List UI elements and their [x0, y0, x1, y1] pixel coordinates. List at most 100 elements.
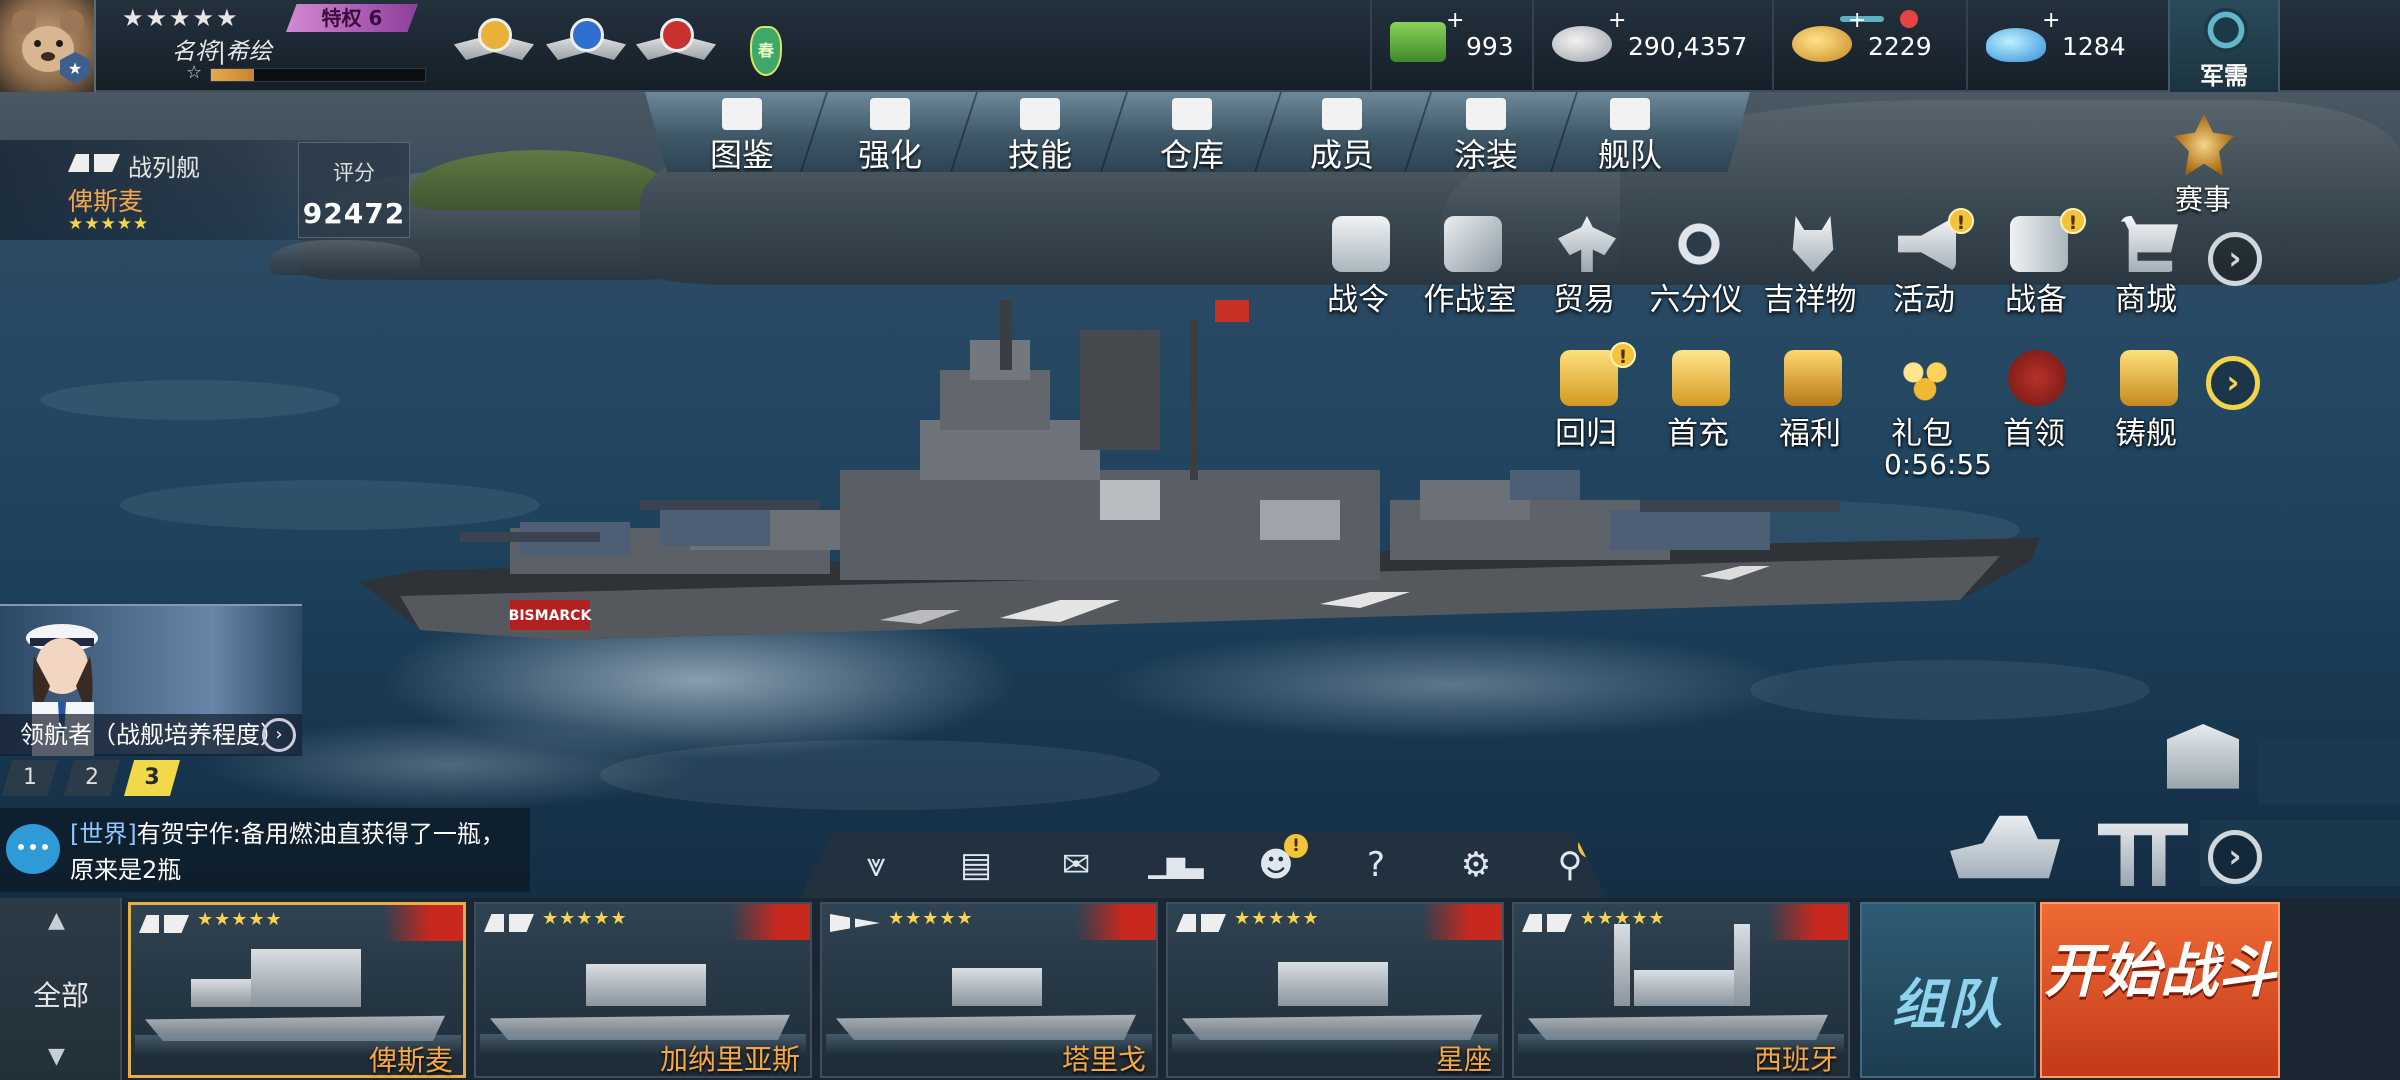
ship-card-tarigo[interactable]: ★★★★★ 塔里戈: [820, 902, 1158, 1078]
ship-stars: ★★★★★: [68, 214, 150, 234]
ship-card-canarias[interactable]: ★★★★★ 加纳里亚斯: [474, 902, 812, 1078]
resource-silver[interactable]: + 290,4357: [1532, 0, 1766, 92]
resource-cash[interactable]: + 993: [1370, 0, 1520, 92]
right-panel-next-arrow-icon[interactable]: ›: [2208, 830, 2262, 884]
gift-box-icon: [1672, 350, 1730, 406]
mascot-icon: [1792, 216, 1834, 272]
event-forge-ship[interactable]: 铸舰: [2088, 350, 2204, 470]
event-readiness[interactable]: 战备!: [1978, 208, 2094, 336]
navigator-panel[interactable]: 领航者（战舰培养程度） ›: [0, 604, 302, 756]
cash-icon: [1390, 22, 1446, 62]
fleet-flag-icon: [1610, 98, 1650, 130]
main-nav-tabs: 图鉴 强化 技能 仓库 成员 涂装 舰队: [645, 92, 1750, 172]
event-sextant[interactable]: 六分仪: [1638, 216, 1754, 336]
event-war-room[interactable]: 作战室: [1412, 216, 1528, 336]
trophy-icon: [2174, 114, 2234, 176]
event-shop[interactable]: 商城: [2088, 216, 2204, 336]
nation-flag: [1076, 904, 1156, 940]
event-first-recharge[interactable]: 首充: [1640, 350, 1756, 470]
ship-name: 俾斯麦: [68, 187, 144, 216]
chat-message: [世界]有贺宇作:备用燃油直获得了一瓶，原来是2瓶: [70, 820, 505, 884]
blue-wing-medal-icon[interactable]: [546, 12, 628, 78]
scroll-up-icon[interactable]: ▲: [48, 908, 65, 933]
cruiser-class-icon: [1176, 914, 1226, 932]
event-trade[interactable]: 贸易: [1526, 216, 1642, 336]
tab-skills[interactable]: 技能: [965, 92, 1115, 172]
ship-card-constellation[interactable]: ★★★★★ 星座: [1166, 902, 1504, 1078]
tab-fleet[interactable]: 舰队: [1555, 92, 1705, 172]
anchor-icon: [2204, 8, 2248, 52]
game-lobby: BISMARCK ★ ★★★★★ 特权 6 名将|希绘 ☆ 春 + 993 + …: [0, 0, 2400, 1080]
filter-all-button[interactable]: ▲ 全部 ▼: [0, 898, 122, 1080]
event-welfare[interactable]: 福利: [1752, 350, 1868, 470]
resource-diamond[interactable]: + 1284: [1966, 0, 2166, 92]
military-supply-button[interactable]: 军需: [2168, 0, 2280, 92]
alert-badge: !: [1284, 834, 1308, 858]
score-value: 92472: [302, 197, 406, 230]
events-row1-next-arrow-icon[interactable]: ›: [2208, 232, 2262, 286]
team-up-button[interactable]: 组队: [1860, 902, 2036, 1078]
event-activity[interactable]: 活动!: [1866, 208, 1982, 336]
event-return[interactable]: 回归!: [1528, 342, 1644, 470]
chat-panel[interactable]: [世界]有贺宇作:备用燃油直获得了一瓶，原来是2瓶: [0, 808, 530, 892]
tournament-button[interactable]: 赛事: [2158, 112, 2248, 216]
battle-pass-icon: [1332, 216, 1390, 272]
treasure-map-icon[interactable]: [2167, 724, 2239, 789]
help-icon[interactable]: ?: [1336, 832, 1416, 898]
cash-value: 993: [1466, 32, 1514, 61]
treasure-chest-icon: [1784, 350, 1842, 406]
tab-paint[interactable]: 涂装: [1411, 92, 1561, 172]
nation-flag: [1422, 904, 1502, 940]
settings-icon[interactable]: ⚙: [1436, 832, 1516, 898]
chat-bubble-icon[interactable]: [6, 824, 60, 874]
tab-crew[interactable]: 成员: [1267, 92, 1417, 172]
ship-card-name: 俾斯麦: [368, 1044, 453, 1077]
event-battle-pass[interactable]: 战令: [1300, 216, 1416, 336]
vip-badge[interactable]: 特权 6: [286, 4, 418, 32]
resource-gold[interactable]: + 2229: [1772, 0, 1962, 92]
ship-card-name: 加纳里亚斯: [659, 1043, 800, 1076]
exp-bar-fill: [211, 69, 254, 81]
spring-badge-icon[interactable]: 春: [750, 26, 782, 76]
tab-upgrade[interactable]: 强化: [815, 92, 965, 172]
tab-codex[interactable]: 图鉴: [667, 92, 817, 172]
player-name: 名将|希绘: [172, 39, 272, 65]
clipboard-icon[interactable]: ▤: [936, 832, 1016, 898]
book-icon: [722, 98, 762, 130]
top-bar: ★ ★★★★★ 特权 6 名将|希绘 ☆ 春 + 993 + 290,4357: [0, 0, 2400, 92]
start-battle-button[interactable]: 开始战斗: [2040, 902, 2280, 1078]
mail-icon[interactable]: ✉: [1036, 832, 1116, 898]
ranking-icon[interactable]: ▁▆▃: [1136, 832, 1216, 898]
page-1[interactable]: 1: [2, 760, 58, 796]
exp-star-icon: ☆: [186, 62, 203, 83]
navigator-arrow-icon[interactable]: ›: [262, 718, 296, 752]
collapse-icon[interactable]: ⩔: [836, 832, 916, 898]
ship-card-name: 西班牙: [1753, 1043, 1838, 1076]
battleship-class-icon: [139, 915, 189, 933]
player-stars: ★★★★★: [122, 4, 240, 32]
red-wing-medal-icon[interactable]: [636, 12, 718, 78]
sextant-icon: [1670, 216, 1728, 272]
nation-flag: [730, 904, 810, 940]
upgrade-icon: [870, 98, 910, 130]
alert-badge: !: [1948, 208, 1974, 234]
shopping-cart-icon: [2120, 216, 2178, 272]
friends-icon[interactable]: ☻!: [1236, 832, 1316, 898]
ship-card-name: 塔里戈: [1061, 1043, 1146, 1076]
gold-wing-medal-icon[interactable]: [454, 12, 536, 78]
yacht-icon[interactable]: [1950, 815, 2060, 879]
crew-icon: [1322, 98, 1362, 130]
score-box: 评分 92472: [298, 142, 410, 238]
nation-flag: [1768, 904, 1848, 940]
ship-card-bismarck[interactable]: ★★★★★ 俾斯麦: [128, 902, 466, 1078]
tips-icon[interactable]: ⚲!: [1530, 832, 1606, 898]
port-crane-icon[interactable]: [2098, 823, 2188, 886]
tab-warehouse[interactable]: 仓库: [1117, 92, 1267, 172]
forge-icon: [2120, 350, 2178, 406]
page-2[interactable]: 2: [64, 760, 120, 796]
scroll-down-icon[interactable]: ▼: [48, 1044, 65, 1069]
event-mascot[interactable]: 吉祥物: [1752, 216, 1868, 336]
page-3[interactable]: 3: [124, 760, 180, 796]
events-row2-next-arrow-icon[interactable]: ›: [2206, 356, 2260, 410]
ship-card-espana[interactable]: ★★★★★ 西班牙: [1512, 902, 1850, 1078]
